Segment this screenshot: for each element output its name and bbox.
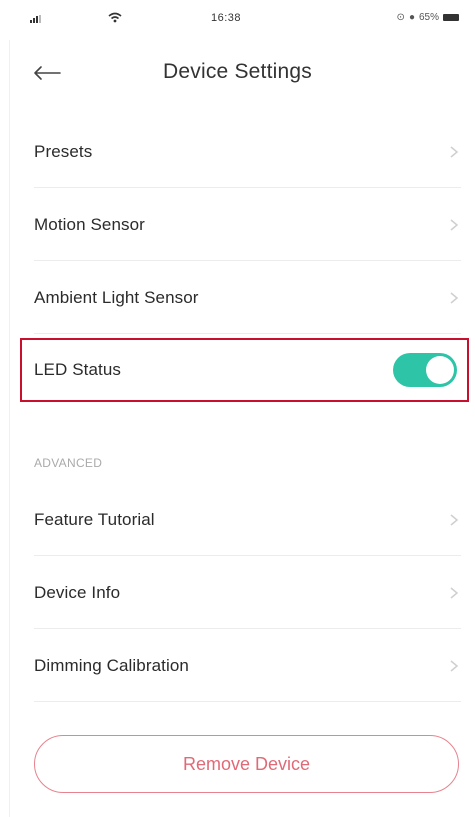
row-device-info[interactable]: Device Info — [34, 557, 461, 629]
led-status-label: LED Status — [34, 360, 121, 379]
chevron-right-icon — [450, 145, 459, 158]
row-motion-sensor[interactable]: Motion Sensor — [34, 189, 461, 261]
row-led-status: LED Status — [34, 338, 461, 402]
remove-device-button[interactable]: Remove Device — [34, 735, 459, 793]
chevron-right-icon — [450, 586, 459, 599]
battery-icon — [443, 14, 459, 21]
section-header-advanced: ADVANCED — [34, 456, 103, 470]
header: Device Settings — [0, 40, 475, 108]
status-bar: 16:38 ⊙ ● 65% — [0, 0, 475, 40]
chevron-right-icon — [450, 513, 459, 526]
row-feature-tutorial[interactable]: Feature Tutorial — [34, 484, 461, 556]
row-presets[interactable]: Presets — [34, 116, 461, 188]
status-time: 16:38 — [211, 12, 242, 24]
page-title: Device Settings — [163, 60, 312, 83]
wifi-icon — [108, 12, 122, 26]
row-ambient-light-sensor[interactable]: Ambient Light Sensor — [34, 262, 461, 334]
chevron-right-icon — [450, 659, 459, 672]
alarm-icon: ⊙ — [396, 12, 405, 23]
signal-icon — [30, 15, 44, 23]
chevron-right-icon — [450, 291, 459, 304]
row-dimming-calibration[interactable]: Dimming Calibration — [34, 630, 461, 702]
device-settings-screen: 16:38 ⊙ ● 65% Device Settings Presets Mo… — [0, 0, 475, 817]
row-label: Presets — [34, 141, 93, 161]
status-right: ⊙ ● 65% — [397, 12, 459, 23]
headphones-icon: ● — [408, 12, 415, 23]
battery-percent: 65% — [418, 12, 439, 23]
row-label: Dimming Calibration — [34, 655, 189, 675]
row-label: Ambient Light Sensor — [34, 287, 199, 307]
row-label: Motion Sensor — [34, 214, 145, 234]
led-status-toggle[interactable] — [393, 353, 457, 387]
row-label: Feature Tutorial — [34, 509, 155, 529]
row-label: Device Info — [34, 582, 121, 602]
left-divider — [9, 40, 10, 817]
toggle-knob — [426, 356, 454, 384]
chevron-right-icon — [450, 218, 459, 231]
